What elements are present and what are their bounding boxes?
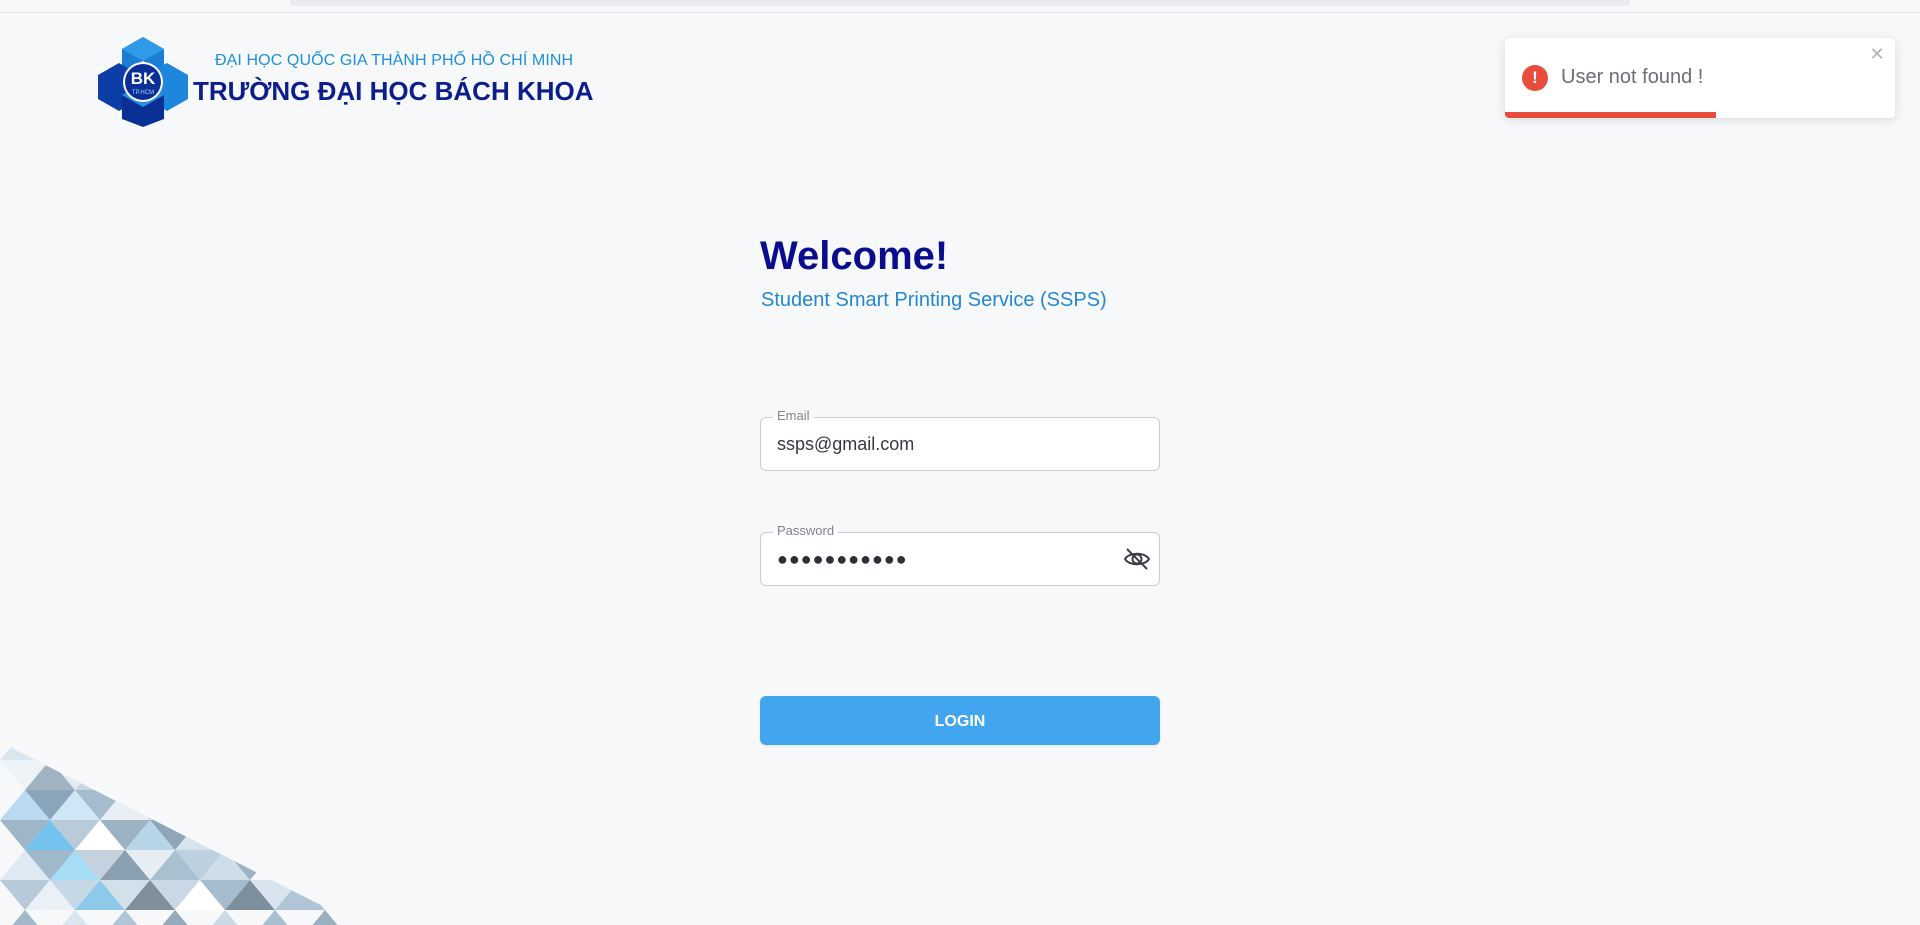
- login-button[interactable]: LOGIN: [760, 696, 1160, 745]
- error-icon: !: [1522, 65, 1548, 91]
- bk-logo-icon: BK TP.HCM: [98, 37, 188, 127]
- password-field[interactable]: Password ●●●●●●●●●●●: [760, 523, 1160, 586]
- eye-slash-icon[interactable]: [1123, 546, 1151, 572]
- email-field[interactable]: Email: [760, 408, 1160, 471]
- error-toast: ! User not found ! ✕: [1505, 38, 1895, 118]
- logo-text-main: BK: [131, 69, 156, 88]
- close-icon[interactable]: ✕: [1869, 45, 1885, 63]
- decorative-triangle-pattern: [0, 742, 350, 925]
- university-subtitle: ĐẠI HỌC QUỐC GIA THÀNH PHỐ HỒ CHÍ MINH: [215, 52, 574, 69]
- toast-progress-bar: [1505, 112, 1716, 118]
- password-input[interactable]: ●●●●●●●●●●●: [777, 533, 908, 585]
- top-scroll-bar: [290, 0, 1630, 6]
- logo-text-sub: TP.HCM: [132, 90, 154, 96]
- email-input[interactable]: [777, 418, 1117, 470]
- top-strip: [0, 0, 1920, 13]
- toast-message: User not found !: [1561, 66, 1704, 88]
- page-subtitle: Student Smart Printing Service (SSPS): [761, 289, 1107, 311]
- page-title: Welcome!: [760, 234, 949, 278]
- university-title: TRƯỜNG ĐẠI HỌC BÁCH KHOA: [193, 76, 594, 106]
